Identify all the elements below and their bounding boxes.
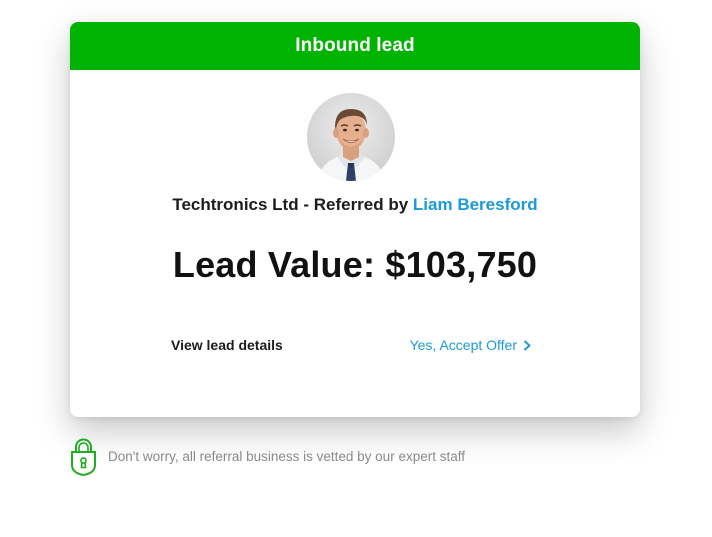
accept-offer-button[interactable]: Yes, Accept Offer <box>410 337 532 353</box>
lock-icon <box>71 438 96 476</box>
reassurance-text: Don't worry, all referral business is ve… <box>108 448 465 464</box>
avatar-photo-icon <box>307 93 395 181</box>
avatar <box>307 93 395 181</box>
card-title: Inbound lead <box>295 35 415 56</box>
lead-value: Lead Value: $103,750 <box>172 244 538 285</box>
view-lead-details-link[interactable]: View lead details <box>171 337 283 353</box>
referred-by-label: - Referred by <box>298 195 413 214</box>
inbound-lead-card: Inbound lead Techtronics Ltd - Referred … <box>70 22 640 417</box>
company-referral-line: Techtronics Ltd - Referred by Liam Beres… <box>70 195 640 215</box>
chevron-right-icon <box>524 340 531 350</box>
company-name: Techtronics Ltd <box>172 195 299 214</box>
footer-note: Don't worry, all referral business is ve… <box>70 436 465 476</box>
referrer-link[interactable]: Liam Beresford <box>413 195 538 214</box>
card-header: Inbound lead <box>70 22 640 70</box>
accept-offer-label: Yes, Accept Offer <box>409 337 517 353</box>
